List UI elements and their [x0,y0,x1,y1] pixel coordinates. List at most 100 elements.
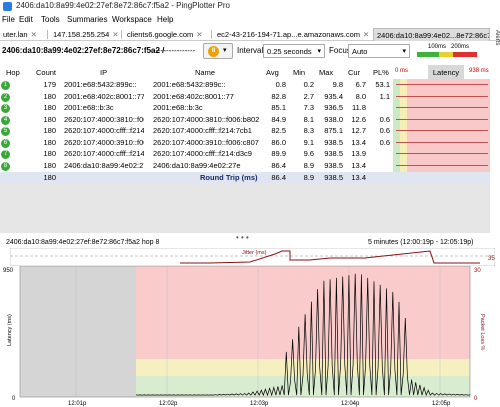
col-count[interactable]: Count [36,65,56,79]
focus-select[interactable]: Auto ▾ [348,44,410,58]
menu-help[interactable]: Help [157,15,173,24]
menu-summaries[interactable]: Summaries [67,15,107,24]
toolbar: 2406:da10:8a99:4e02:27ef:8e72:86c7:f5a2 … [0,41,490,61]
cell-min: 0.2 [303,80,314,89]
menu-tools[interactable]: Tools [41,15,60,24]
cell-max: 935.4 [324,91,343,101]
hop-row[interactable]: 6 180 2620:107:4000:3910::f006 2620:107:400… [0,138,490,149]
cell-count: 179 [43,80,56,89]
cell-max: 938.5 [324,149,343,158]
cell-count: 180 [43,91,56,101]
col-name[interactable]: Name [195,65,215,79]
cell-name: 2620:107:4000:cfff::f214:d3c9 [153,149,252,158]
cell-cur: 6.7 [355,80,366,89]
tab-google[interactable]: clients6.google.com ✕ [124,28,206,41]
cell-count: 180 [43,103,56,112]
tab-amazonaws[interactable]: ec2-43-216-194-71.ap...e.amazonaws.com ✕ [214,28,372,41]
latency-range-marker [396,84,488,85]
alerts-sidebar-tab[interactable]: Alerts [490,30,500,58]
target-dashes: ----------------- [150,46,196,55]
cell-max: 936.5 [324,103,343,112]
tab-router[interactable]: uter.lan ✕ [0,28,40,41]
latency-bg-red [136,266,470,359]
y-min-label: 0 [12,396,16,402]
cell-min: 8.9 [303,160,314,170]
cell-name: 2001:e68:402c:8001::77 [153,91,234,101]
cell-ip: 2620:107:4000:3910::f006 [64,137,144,147]
cell-ip: 2001:e68:402c:8001::77 [64,91,144,101]
graph-timespan[interactable]: 5 minutes (12:00:19p - 12:05:19p) [368,239,473,246]
menu-file[interactable]: File [2,15,15,24]
cell-avg: 0.8 [275,80,286,89]
tab-active-target[interactable]: 2406:da10:8a99:4e02...8e72:86c7:f5a2 [373,28,490,41]
latency-range-marker [396,164,488,166]
chevron-down-icon: ▾ [223,47,227,54]
scale-red [453,52,477,57]
tab-label: ec2-43-216-194-71.ap...e.amazonaws.com [217,30,360,39]
col-min[interactable]: Min [293,65,305,79]
hop-number-badge: 1 [1,81,10,90]
table-empty-area [0,183,490,233]
cell-avg: 86.0 [271,137,286,147]
menu-edit[interactable]: Edit [19,15,33,24]
close-icon[interactable]: ✕ [31,30,37,39]
col-pl[interactable]: PL% [373,65,389,79]
target-address[interactable]: 2406:da10:8a99:4e02:27ef:8e72:86c7:f5a2 … [2,46,164,55]
x-tick-label: 12:04p [341,401,360,407]
cell-count: 180 [43,137,56,147]
close-icon[interactable]: ✕ [196,30,202,39]
cell-max: 938.0 [324,114,343,124]
interval-select[interactable]: 0.25 seconds ▾ [263,44,325,58]
tab-separator [47,30,48,39]
scale-yellow [439,52,453,57]
hop-row[interactable]: 2 180 2001:e68:402c:8001::77 2001:e68:402c:… [0,92,490,103]
col-cur[interactable]: Cur [348,65,360,79]
cell-ip: 2620:107:4000:3810::f006 [64,114,144,124]
y-max-label: 950 [3,268,14,274]
cell-min: 9.1 [303,137,314,147]
cell-avg: 82.5 [271,126,286,135]
hop-row[interactable]: 4 180 2620:107:4000:3810::f006 2620:107:400… [0,115,490,126]
col-hop[interactable]: Hop [6,65,20,79]
cell-min: 8.3 [303,126,314,135]
x-tick-label: 12:01p [68,401,87,407]
latency-range-marker [396,153,488,154]
col-max[interactable]: Max [319,65,333,79]
rt-max: 938.5 [324,173,343,182]
hop-row[interactable]: 1 179 2001:e68:5432:899c:: 2001:e68:5432:89… [0,80,490,91]
cell-count: 180 [43,160,56,170]
tab-147-158[interactable]: 147.158.255.254 ✕ [50,28,122,41]
cell-avg: 82.8 [271,91,286,101]
col-latency[interactable]: Latency [428,65,464,79]
x-tick-label: 12:02p [159,401,178,407]
title-bar: 2406:da10:8a99:4e02:27ef:8e72:86c7:f5a2 … [0,0,500,13]
tab-separator [121,30,122,39]
menu-workspace[interactable]: Workspace [112,15,152,24]
scale-200-label: 200ms [451,44,470,50]
hop-row[interactable]: 8 180 2406:da10:8a99:4e02:27e 2406:da10:8a9… [0,161,490,172]
close-icon[interactable]: ✕ [363,30,369,39]
hop-row[interactable]: 5 180 2620:107:4000:cfff::f214:7 2620:107:4… [0,126,490,137]
cell-max: 9.8 [332,80,343,89]
y2-max-label: 30 [474,268,481,274]
latency-range-marker [396,107,488,108]
rt-min: 8.9 [303,173,314,182]
pause-button[interactable]: II ▾ [203,43,233,59]
x-tick-label: 12:03p [250,401,269,407]
hop-number-badge: 3 [1,104,10,113]
cell-min: 2.7 [303,91,314,101]
cell-name: 2620:107:4000:3810::f006:b802 [153,114,260,124]
jitter-label: Jitter (ms) [242,250,267,256]
col-avg[interactable]: Avg [266,65,279,79]
cell-avg: 89.9 [271,149,286,158]
col-ip[interactable]: IP [100,65,107,79]
latency-range-marker [396,141,488,143]
focus-value: Auto [352,47,368,56]
hop-row[interactable]: 7 180 2620:107:4000:cfff::f214:d 2620:107:4… [0,149,490,160]
cell-cur: 13.4 [351,137,366,147]
cell-name: 2001:e68:5432:899c:: [153,80,226,89]
hop-row[interactable]: 3 180 2001:e68::b:3c 2001:e68::b:3c 85.1 7.3 9… [0,103,490,114]
close-icon[interactable]: ✕ [112,30,118,39]
cell-name: 2620:107:4000:cfff::f214:7cb1 [153,126,252,135]
no-data-region [20,266,136,397]
